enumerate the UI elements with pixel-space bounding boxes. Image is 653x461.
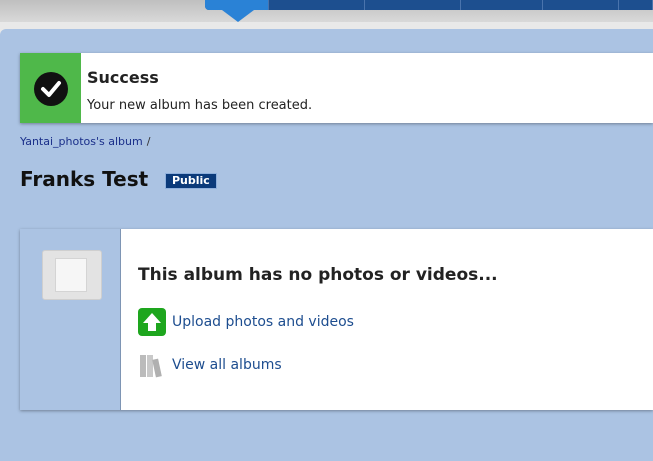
nav-tab[interactable] [461,0,543,10]
upload-link-row[interactable]: Upload photos and videos [138,308,354,336]
nav-tab[interactable] [543,0,619,10]
view-albums-link-row[interactable]: View all albums [138,351,282,379]
visibility-badge: Public [165,173,217,189]
upload-arrow-icon[interactable] [138,308,166,336]
breadcrumb-link-album[interactable]: Yantai_photos's album [20,135,143,148]
main-content: Success Your new album has been created.… [0,29,653,461]
view-all-albums-link[interactable]: View all albums [172,357,282,373]
nav-tab[interactable] [269,0,365,10]
card-sidebar [20,229,121,410]
notice-message: Your new album has been created. [87,98,313,113]
notice-icon-box [20,53,81,123]
checkmark-icon [34,72,68,106]
album-title: Franks Test [20,167,149,191]
success-notice: Success Your new album has been created. [20,53,653,123]
photo-placeholder-icon [42,250,102,300]
upload-photos-link[interactable]: Upload photos and videos [172,314,354,330]
empty-album-heading: This album has no photos or videos... [138,265,498,285]
nav-active-pointer [222,10,254,22]
nav-tab-active[interactable] [205,0,269,10]
main-nav [205,0,653,10]
empty-album-card: This album has no photos or videos... Up… [20,229,653,410]
notice-title: Success [87,68,159,87]
books-icon[interactable] [138,351,166,379]
breadcrumb-separator: / [146,135,151,148]
nav-tab[interactable] [365,0,461,10]
nav-tab[interactable] [619,0,653,10]
placeholder-paper [55,258,87,292]
breadcrumb: Yantai_photos's album / [20,135,150,148]
